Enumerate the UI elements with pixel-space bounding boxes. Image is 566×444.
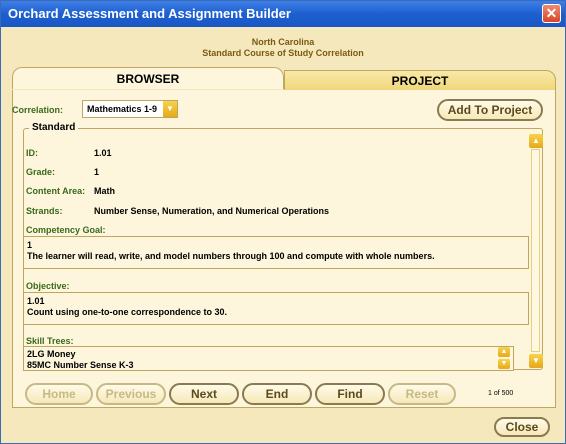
chevron-down-icon[interactable]: ▼ xyxy=(498,359,510,369)
title-bar: Orchard Assessment and Assignment Builde… xyxy=(1,1,565,27)
correlation-header: North Carolina Standard Course of Study … xyxy=(1,37,565,59)
previous-button[interactable]: Previous xyxy=(96,383,166,405)
close-button[interactable]: Close xyxy=(494,417,550,437)
home-button[interactable]: Home xyxy=(25,383,93,405)
objective-number: 1.01 xyxy=(27,296,45,306)
list-item[interactable]: 85MC Number Sense K-3 xyxy=(24,360,513,371)
objective-text: Count using one-to-one correspondence to… xyxy=(27,307,228,317)
skill-trees-label: Skill Trees: xyxy=(26,336,74,346)
tab-browser[interactable]: BROWSER xyxy=(12,67,284,89)
chevron-up-icon[interactable]: ▲ xyxy=(498,347,510,357)
window-title: Orchard Assessment and Assignment Builde… xyxy=(8,6,291,21)
correlation-select[interactable]: Mathematics 1-9 ▼ xyxy=(82,100,178,118)
list-item[interactable]: 2LG Money xyxy=(24,349,513,360)
strands-value: Number Sense, Numeration, and Numerical … xyxy=(94,206,330,216)
tab-project[interactable]: PROJECT xyxy=(284,70,556,91)
header-state: North Carolina xyxy=(251,37,315,47)
find-button[interactable]: Find xyxy=(315,383,385,405)
add-to-project-button[interactable]: Add To Project xyxy=(437,99,543,121)
standard-legend: Standard xyxy=(29,122,79,133)
content-area-label: Content Area: xyxy=(26,186,86,196)
end-button[interactable]: End xyxy=(242,383,312,405)
content-area-value: Math xyxy=(94,186,115,196)
window-close-button[interactable]: ✕ xyxy=(542,4,561,23)
objective-box: 1.01 Count using one-to-one corresponden… xyxy=(23,292,529,325)
scroll-track[interactable] xyxy=(531,149,540,352)
competency-goal-box: 1 The learner will read, write, and mode… xyxy=(23,236,529,269)
next-button[interactable]: Next xyxy=(169,383,239,405)
grade-value: 1 xyxy=(94,167,100,177)
app-window: Orchard Assessment and Assignment Builde… xyxy=(0,0,566,444)
reset-button[interactable]: Reset xyxy=(388,383,456,405)
header-course: Standard Course of Study Correlation xyxy=(202,48,364,58)
grade-label: Grade: xyxy=(26,167,56,177)
standard-scrollbar[interactable]: ▲ ▼ xyxy=(529,134,543,368)
scroll-up-icon[interactable]: ▲ xyxy=(529,134,543,148)
competency-goal-number: 1 xyxy=(27,240,33,250)
objective-label: Objective: xyxy=(26,281,70,291)
correlation-label: Correlation: xyxy=(12,105,64,115)
id-value: 1.01 xyxy=(94,148,112,158)
skill-trees-scrollbar[interactable]: ▲ ▼ xyxy=(498,347,510,370)
correlation-value: Mathematics 1-9 xyxy=(87,104,158,114)
page-count: 1 of 500 xyxy=(488,390,514,397)
skill-trees-list[interactable]: 2LG Money 85MC Number Sense K-3 xyxy=(23,346,514,371)
competency-goal-text: The learner will read, write, and model … xyxy=(27,251,435,261)
chevron-down-icon[interactable]: ▼ xyxy=(163,101,177,117)
scroll-down-icon[interactable]: ▼ xyxy=(529,354,543,368)
competency-goal-label: Competency Goal: xyxy=(26,225,106,235)
close-icon: ✕ xyxy=(545,5,558,21)
id-label: ID: xyxy=(26,148,38,158)
tab-bar: BROWSER PROJECT xyxy=(12,67,556,91)
strands-label: Strands: xyxy=(26,206,63,216)
